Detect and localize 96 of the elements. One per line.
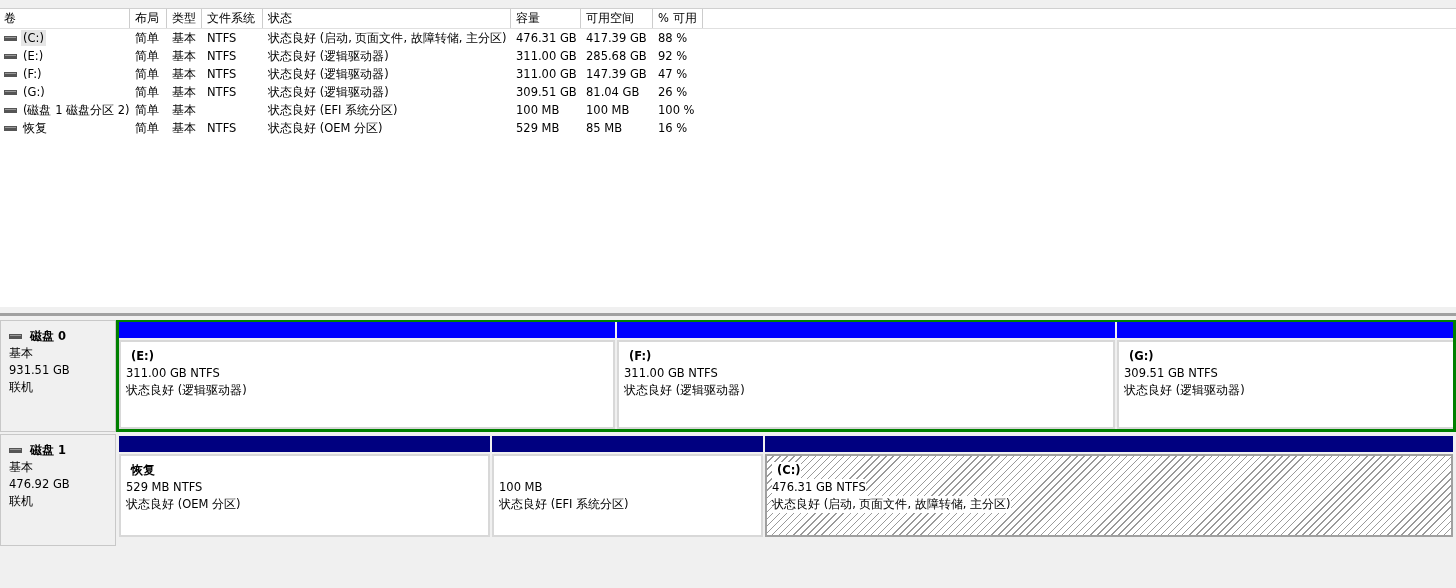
volume-name[interactable]: (F:) <box>21 66 44 82</box>
table-cell: 311.00 GB <box>516 48 577 64</box>
table-cell: 309.51 GB <box>516 84 577 100</box>
partition-status: 状态良好 (启动, 页面文件, 故障转储, 主分区) <box>772 496 1011 513</box>
table-cell: 16 % <box>658 120 688 136</box>
table-cell: 47 % <box>658 66 688 82</box>
table-cell: 基本 <box>172 30 196 46</box>
drive-icon <box>4 71 17 77</box>
table-cell: 285.68 GB <box>586 48 647 64</box>
partition-box[interactable]: (C:) 476.31 GB NTFS 状态良好 (启动, 页面文件, 故障转储, 主分区) <box>765 454 1453 537</box>
table-cell: 88 % <box>658 30 688 46</box>
partition-box[interactable]: (E:) 311.00 GB NTFS 状态良好 (逻辑驱动器) <box>119 340 615 429</box>
table-cell: 状态良好 (逻辑驱动器) <box>268 84 389 100</box>
table-cell: 476.31 GB <box>516 30 577 46</box>
column-header[interactable]: % 可用 <box>653 9 703 28</box>
table-cell: 简单 <box>135 48 159 64</box>
partition-box[interactable]: (G:) 309.51 GB NTFS 状态良好 (逻辑驱动器) <box>1117 340 1453 429</box>
partition-status: 状态良好 (逻辑驱动器) <box>126 382 247 399</box>
table-cell: 100 MB <box>586 102 630 118</box>
table-cell: 基本 <box>172 102 196 118</box>
drive-icon <box>4 107 17 113</box>
table-cell: 417.39 GB <box>586 30 647 46</box>
volume-name[interactable]: (C:) <box>21 30 46 46</box>
table-cell: 92 % <box>658 48 688 64</box>
partition-name: 恢复 <box>129 462 155 479</box>
table-cell: NTFS <box>207 48 237 64</box>
disk-icon <box>9 448 22 453</box>
partition-box[interactable]: 100 MB 状态良好 (EFI 系统分区) <box>492 454 763 537</box>
disk-size: 931.51 GB <box>9 362 71 379</box>
table-cell: 81.04 GB <box>586 84 640 100</box>
table-cell: 100 % <box>658 102 695 118</box>
volume-name[interactable]: (磁盘 1 磁盘分区 2) <box>21 102 132 118</box>
disk-info-panel[interactable]: 磁盘 1 基本 476.92 GB 联机 <box>0 434 116 546</box>
table-cell: 311.00 GB <box>516 66 577 82</box>
disk-name: 磁盘 0 <box>30 328 66 345</box>
table-cell: 简单 <box>135 30 159 46</box>
partition-name: (F:) <box>628 348 652 365</box>
table-cell: 基本 <box>172 48 196 64</box>
drive-icon <box>4 35 17 41</box>
partition-name: (E:) <box>130 348 154 365</box>
table-cell: NTFS <box>207 30 237 46</box>
table-cell: 简单 <box>135 84 159 100</box>
partition-status: 状态良好 (OEM 分区) <box>126 496 241 513</box>
table-cell: 基本 <box>172 66 196 82</box>
table-cell: 26 % <box>658 84 688 100</box>
table-cell: 状态良好 (逻辑驱动器) <box>268 66 389 82</box>
disk-type: 基本 <box>9 459 34 476</box>
table-cell: 状态良好 (启动, 页面文件, 故障转储, 主分区) <box>268 30 507 46</box>
disk-info-panel[interactable]: 磁盘 0 基本 931.51 GB 联机 <box>0 320 116 432</box>
disk-icon <box>9 334 22 339</box>
table-cell: 状态良好 (EFI 系统分区) <box>268 102 398 118</box>
partition-size: 529 MB NTFS <box>126 479 203 496</box>
partition-box[interactable]: (F:) 311.00 GB NTFS 状态良好 (逻辑驱动器) <box>617 340 1115 429</box>
volume-name[interactable]: (G:) <box>21 84 47 100</box>
table-cell: NTFS <box>207 84 237 100</box>
volume-name[interactable]: 恢复 <box>21 120 49 136</box>
partition-box[interactable]: 恢复 529 MB NTFS 状态良好 (OEM 分区) <box>119 454 490 537</box>
disk-status: 联机 <box>9 493 34 510</box>
partition-size: 309.51 GB NTFS <box>1124 365 1218 382</box>
drive-icon <box>4 125 17 131</box>
partition-status: 状态良好 (EFI 系统分区) <box>499 496 629 513</box>
table-cell: 基本 <box>172 120 196 136</box>
partition-status: 状态良好 (逻辑驱动器) <box>624 382 745 399</box>
table-cell: 147.39 GB <box>586 66 647 82</box>
table-cell: 基本 <box>172 84 196 100</box>
disk-type: 基本 <box>9 345 34 362</box>
column-header[interactable]: 类型 <box>167 9 202 28</box>
column-header[interactable]: 可用空间 <box>581 9 653 28</box>
table-cell: 85 MB <box>586 120 623 136</box>
column-header[interactable]: 布局 <box>130 9 167 28</box>
table-cell: 状态良好 (OEM 分区) <box>268 120 383 136</box>
partition-name: (G:) <box>1128 348 1154 365</box>
table-cell: 简单 <box>135 66 159 82</box>
column-header[interactable]: 状态 <box>263 9 511 28</box>
column-header[interactable]: 卷 <box>0 9 130 28</box>
table-cell: 状态良好 (逻辑驱动器) <box>268 48 389 64</box>
partition-size: 311.00 GB NTFS <box>126 365 220 382</box>
table-cell: 简单 <box>135 120 159 136</box>
partition-name: (C:) <box>772 462 801 479</box>
drive-icon <box>4 53 17 59</box>
table-cell: NTFS <box>207 66 237 82</box>
partition-size: 311.00 GB NTFS <box>624 365 718 382</box>
table-cell: 529 MB <box>516 120 560 136</box>
table-cell: NTFS <box>207 120 237 136</box>
table-cell: 简单 <box>135 102 159 118</box>
column-header[interactable]: 容量 <box>511 9 581 28</box>
partition-size: 100 MB <box>499 479 543 496</box>
drive-icon <box>4 89 17 95</box>
disk-size: 476.92 GB <box>9 476 71 493</box>
disk-name: 磁盘 1 <box>30 442 66 459</box>
partition-size: 476.31 GB NTFS <box>772 479 866 496</box>
volume-name[interactable]: (E:) <box>21 48 46 64</box>
column-header[interactable]: 文件系统 <box>202 9 263 28</box>
partition-status: 状态良好 (逻辑驱动器) <box>1124 382 1245 399</box>
table-cell: 100 MB <box>516 102 560 118</box>
disk-status: 联机 <box>9 379 34 396</box>
